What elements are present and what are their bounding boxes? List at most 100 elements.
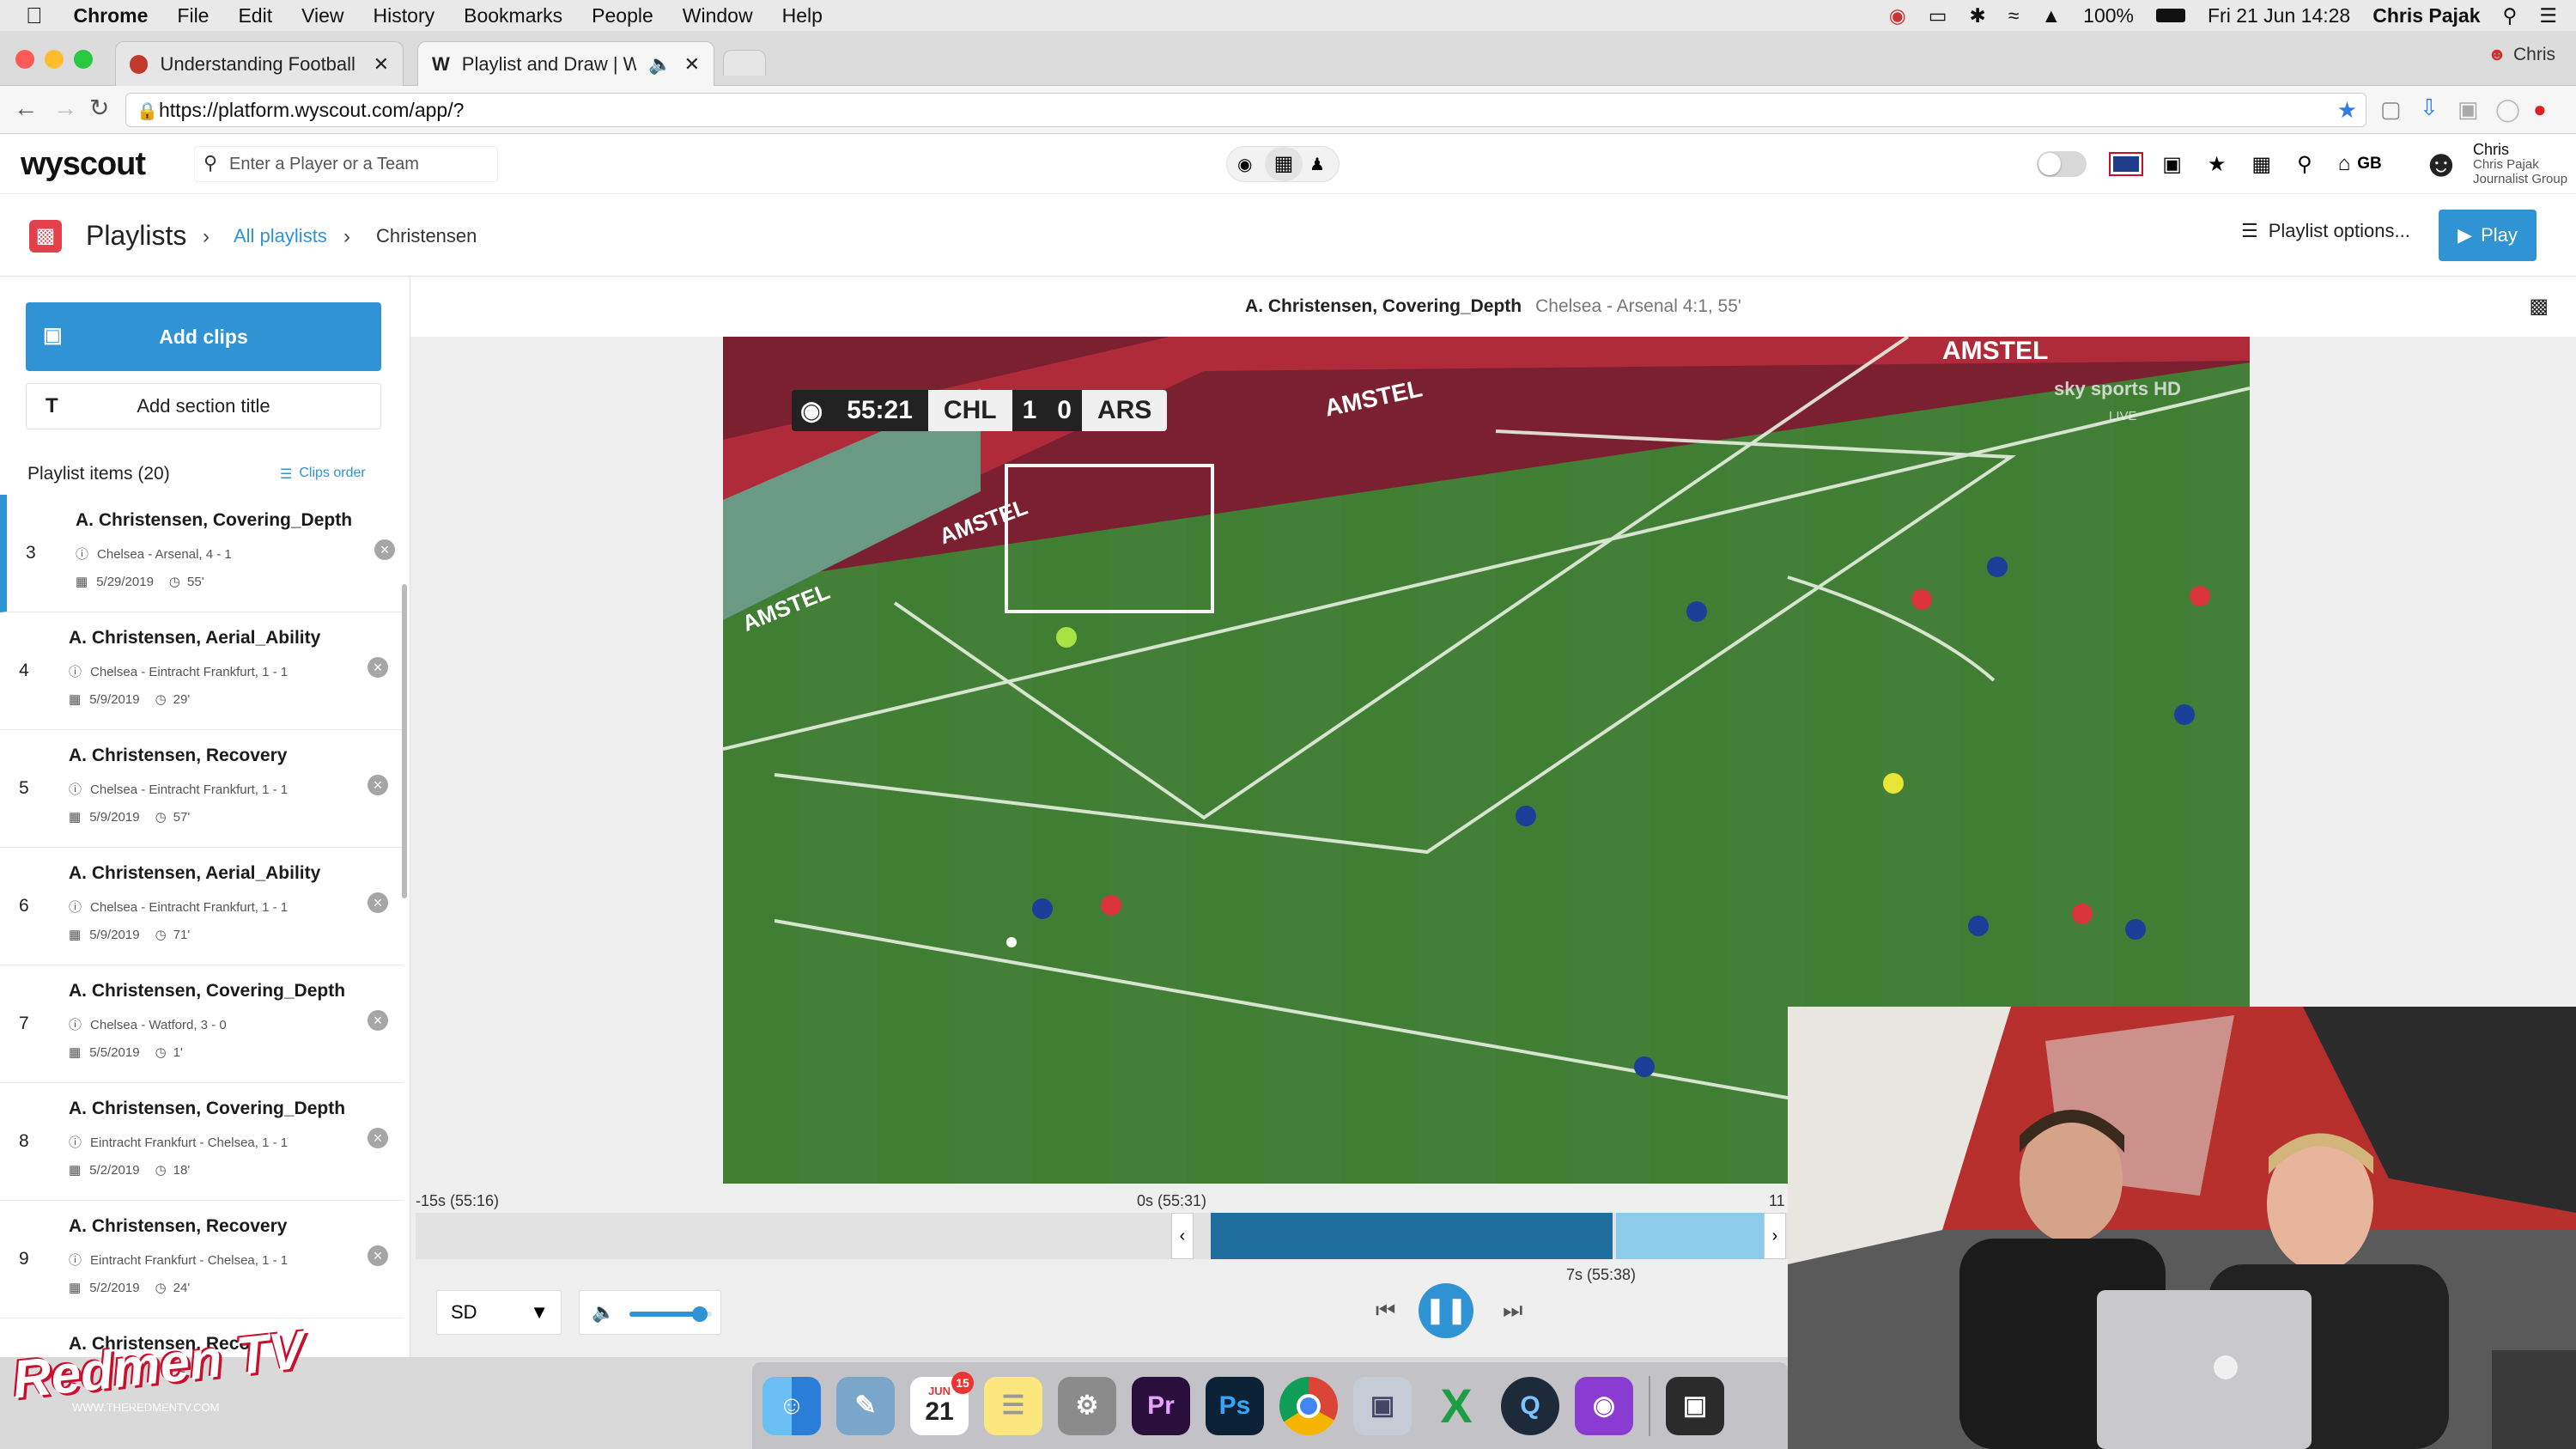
- menu-file[interactable]: File: [177, 4, 209, 27]
- extension-icon[interactable]: ▢: [2380, 96, 2402, 123]
- window-minimize-button[interactable]: [45, 50, 64, 69]
- quicktime-icon[interactable]: Q: [1501, 1376, 1559, 1435]
- tab-close-icon[interactable]: ✕: [684, 53, 700, 76]
- tab-football-radar[interactable]: Understanding Football Radar ✕: [115, 41, 404, 86]
- trash-icon[interactable]: ▩: [2529, 294, 2549, 319]
- previous-clip-icon[interactable]: ⏮: [1376, 1297, 1395, 1324]
- tab-audio-icon[interactable]: 🔈: [648, 53, 671, 76]
- spotlight-icon[interactable]: ⚲: [2503, 4, 2518, 27]
- menu-history[interactable]: History: [374, 4, 435, 27]
- user-avatar-icon[interactable]: ☻: [2421, 143, 2461, 186]
- tab-playlist-draw[interactable]: W Playlist and Draw | Wyscout 🔈 ✕: [417, 41, 714, 86]
- apple-icon[interactable]: : [26, 3, 43, 29]
- grid-icon[interactable]: ▦: [1265, 147, 1303, 181]
- user-block[interactable]: Chris Chris Pajak Journalist Group: [2473, 142, 2576, 186]
- photoshop-icon[interactable]: Ps: [1206, 1376, 1264, 1435]
- next-clip-icon[interactable]: ⏭: [1503, 1297, 1522, 1324]
- playlist-item[interactable]: 8 A. Christensen, Covering_Depth ⓘ Eintra…: [0, 1083, 404, 1201]
- wifi-icon[interactable]: ≈: [2008, 4, 2020, 27]
- calendar-app-icon[interactable]: JUN 21 15: [910, 1371, 974, 1435]
- calendar-icon[interactable]: ▦: [2251, 152, 2271, 177]
- system-preferences-icon[interactable]: ⚙: [1058, 1376, 1116, 1435]
- photo-booth-icon[interactable]: ▣: [1666, 1376, 1724, 1435]
- favorites-star-icon[interactable]: ★: [2208, 152, 2227, 177]
- menu-window[interactable]: Window: [683, 4, 753, 27]
- play-button[interactable]: ▶ Play: [2439, 210, 2537, 261]
- timeline-prev-button[interactable]: ‹: [1171, 1213, 1194, 1259]
- menu-help[interactable]: Help: [782, 4, 823, 27]
- uk-flag-icon[interactable]: [2109, 152, 2144, 176]
- image-capture-icon[interactable]: ▣: [1353, 1376, 1412, 1435]
- screen-recorder-icon[interactable]: ◉: [1575, 1376, 1633, 1435]
- bookmark-star-icon[interactable]: ★: [2337, 97, 2357, 124]
- extension-2-icon[interactable]: ▣: [2458, 96, 2479, 123]
- remove-item-icon[interactable]: ×: [374, 539, 395, 560]
- add-section-title-button[interactable]: T Add section title: [26, 383, 381, 429]
- timeline-next-button[interactable]: ›: [1764, 1213, 1786, 1259]
- language-code[interactable]: GB: [2357, 155, 2382, 174]
- url-bar[interactable]: 🔒 https://platform.wyscout.com/app/? ★: [125, 93, 2366, 127]
- remove-item-icon[interactable]: ×: [368, 1245, 388, 1266]
- globe-icon[interactable]: ◉: [1237, 154, 1252, 175]
- wyscout-logo[interactable]: wyscout: [21, 146, 146, 183]
- volume-icon[interactable]: 🔈: [592, 1301, 615, 1324]
- menu-bookmarks[interactable]: Bookmarks: [464, 4, 562, 27]
- playlist-item[interactable]: 6 A. Christensen, Aerial_Ability ⓘ Chelse…: [0, 848, 404, 965]
- playlist-item[interactable]: 7 A. Christensen, Covering_Depth ⓘ Chelse…: [0, 965, 404, 1083]
- clip-timeline[interactable]: ‹ ›: [416, 1213, 1789, 1259]
- window-zoom-button[interactable]: [74, 50, 93, 69]
- search-input[interactable]: ⚲ Enter a Player or a Team: [194, 146, 498, 182]
- remove-item-icon[interactable]: ×: [368, 892, 388, 913]
- extension-3-icon[interactable]: ◯: [2495, 96, 2520, 123]
- window-close-button[interactable]: [15, 50, 34, 69]
- back-icon[interactable]: ←: [14, 94, 38, 122]
- airplay-icon[interactable]: ▭: [1929, 4, 1947, 27]
- premiere-pro-icon[interactable]: Pr: [1132, 1376, 1190, 1435]
- record-icon[interactable]: ◉: [1889, 4, 1906, 27]
- notification-center-icon[interactable]: ☰: [2539, 4, 2557, 27]
- playlist-item[interactable]: 5 A. Christensen, Recovery ⓘ Chelsea - Ei…: [0, 730, 404, 848]
- battery-percent[interactable]: 100%: [2083, 4, 2134, 27]
- new-tab-button[interactable]: [723, 50, 766, 76]
- chrome-icon[interactable]: [1279, 1376, 1338, 1435]
- excel-icon[interactable]: X: [1427, 1377, 1485, 1435]
- menu-app-chrome[interactable]: Chrome: [74, 4, 149, 27]
- play-pause-button[interactable]: ❚❚: [1419, 1283, 1473, 1338]
- menu-edit[interactable]: Edit: [238, 4, 272, 27]
- remove-item-icon[interactable]: ×: [368, 775, 388, 795]
- menu-people[interactable]: People: [592, 4, 653, 27]
- playlist-item[interactable]: 9 A. Christensen, Recovery ⓘ Eintracht Fr…: [0, 1201, 404, 1318]
- menu-view[interactable]: View: [301, 4, 343, 27]
- scrollbar[interactable]: [402, 584, 407, 898]
- forward-icon[interactable]: →: [53, 94, 77, 122]
- timeline-extension-range[interactable]: [1616, 1213, 1764, 1259]
- headset-icon[interactable]: ⚲: [2297, 152, 2312, 177]
- extension-4-icon[interactable]: ●: [2533, 96, 2547, 123]
- clips-order-button[interactable]: ☰ Clips order: [280, 466, 366, 483]
- home-icon[interactable]: ⌂: [2338, 152, 2351, 176]
- profile-chip[interactable]: ☻ Chris: [2488, 45, 2555, 65]
- menu-user[interactable]: Chris Pajak: [2372, 4, 2480, 27]
- playlist-options-button[interactable]: ☰ Playlist options...: [2241, 220, 2410, 242]
- preview-icon[interactable]: ✎: [836, 1376, 895, 1435]
- volume-icon[interactable]: ▲: [2041, 4, 2061, 27]
- playlist-item[interactable]: 4 A. Christensen, Aerial_Ability ⓘ Chelse…: [0, 612, 404, 730]
- volume-slider[interactable]: [629, 1306, 712, 1322]
- person-icon[interactable]: ♟: [1309, 154, 1325, 175]
- download-box-icon[interactable]: ▣: [2162, 152, 2182, 177]
- notes-icon[interactable]: ☰: [984, 1376, 1042, 1435]
- remove-item-icon[interactable]: ×: [368, 1010, 388, 1031]
- timeline-selected-range[interactable]: [1211, 1213, 1613, 1259]
- menu-clock[interactable]: Fri 21 Jun 14:28: [2208, 4, 2350, 27]
- remove-item-icon[interactable]: ×: [368, 1128, 388, 1148]
- download-icon[interactable]: ⇩: [2420, 94, 2439, 121]
- finder-icon[interactable]: ☺: [762, 1376, 821, 1435]
- bluetooth-icon[interactable]: ✱: [1970, 4, 1986, 27]
- quality-select[interactable]: SD ▼: [436, 1290, 562, 1335]
- tab-close-icon[interactable]: ✕: [374, 53, 389, 76]
- add-clips-button[interactable]: ▣ Add clips: [26, 302, 381, 371]
- playlist-item[interactable]: 3 A. Christensen, Covering_Depth ⓘ Chelse…: [0, 495, 404, 612]
- reload-icon[interactable]: ↻: [89, 94, 109, 122]
- volume-knob[interactable]: [691, 1306, 708, 1322]
- remove-item-icon[interactable]: ×: [368, 657, 388, 678]
